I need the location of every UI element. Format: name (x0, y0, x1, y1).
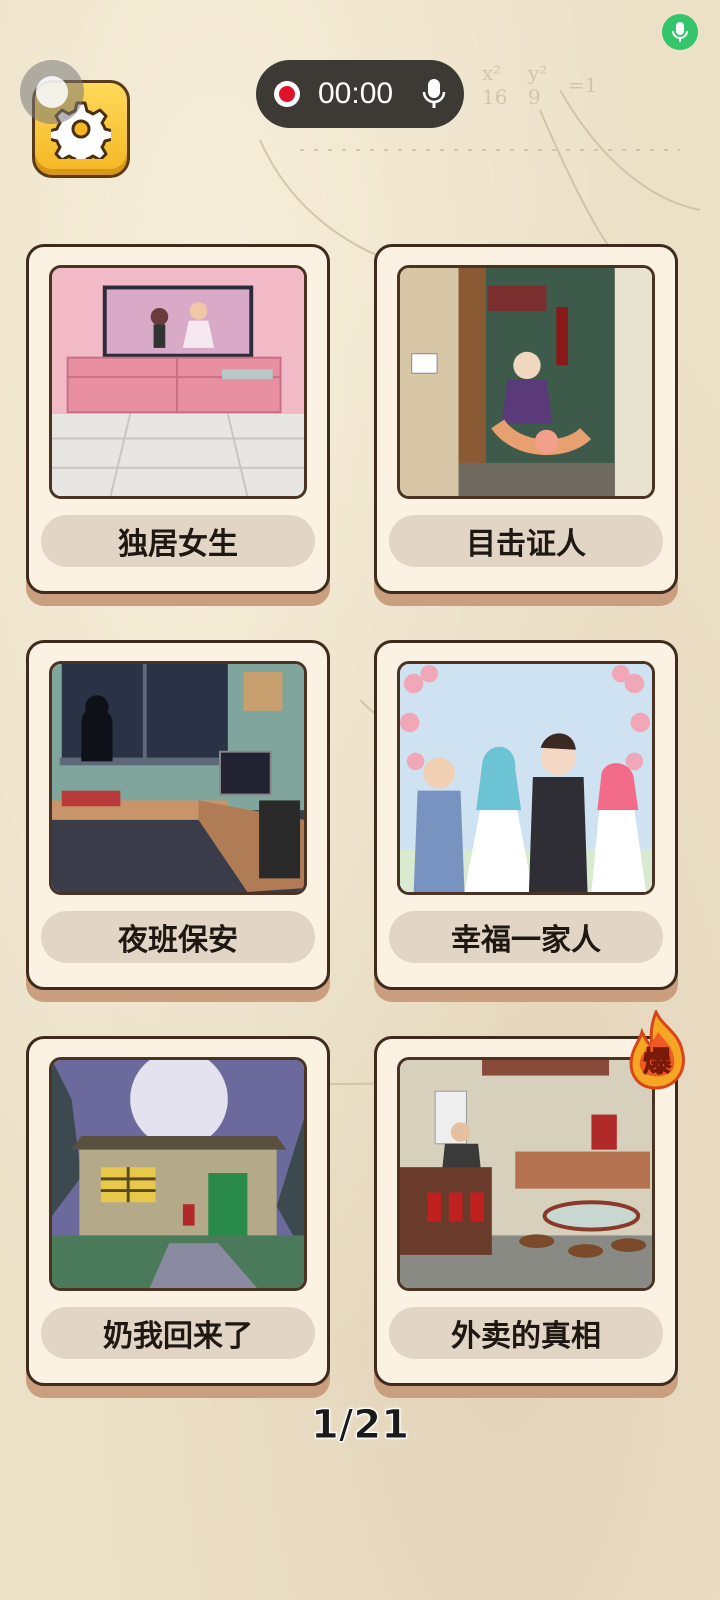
screen-recorder-widget[interactable]: 00:00 (256, 60, 464, 128)
level-title: 外卖的真相 (389, 1307, 663, 1359)
microphone-indicator (662, 14, 698, 50)
level-card[interactable]: 目击证人 (374, 244, 678, 594)
level-title: 夜班保安 (41, 911, 315, 963)
floating-ball-center (36, 76, 68, 108)
level-thumbnail (397, 661, 655, 895)
level-thumbnail (49, 265, 307, 499)
microphone-icon[interactable] (422, 78, 446, 110)
record-icon[interactable] (274, 81, 300, 107)
level-thumbnail (397, 1057, 655, 1291)
level-thumbnail (397, 265, 655, 499)
level-card[interactable]: 独居女生 (26, 244, 330, 594)
page-indicator: 1/21 (310, 1402, 410, 1449)
level-thumbnail (49, 661, 307, 895)
level-card[interactable]: 奶我回来了 (26, 1036, 330, 1386)
hot-badge-icon: 爆 (629, 1010, 685, 1090)
level-thumbnail (49, 1057, 307, 1291)
level-title: 幸福一家人 (389, 911, 663, 963)
level-card[interactable]: 夜班保安 (26, 640, 330, 990)
floating-assistive-ball[interactable] (20, 60, 84, 124)
microphone-icon (672, 22, 688, 42)
record-timer: 00:00 (318, 77, 394, 110)
level-title: 奶我回来了 (41, 1307, 315, 1359)
level-card[interactable]: 幸福一家人 (374, 640, 678, 990)
level-title: 目击证人 (389, 515, 663, 567)
hot-badge-label: 爆 (643, 1045, 672, 1078)
level-title: 独居女生 (41, 515, 315, 567)
